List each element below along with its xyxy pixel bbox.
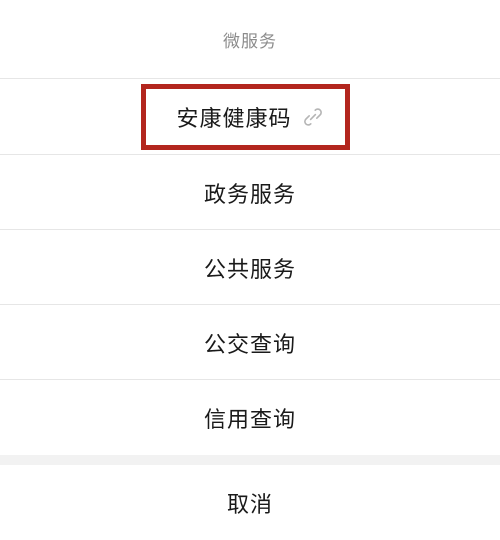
cancel-separator-band bbox=[0, 455, 500, 465]
menu-item-public-services[interactable]: 公共服务 bbox=[0, 230, 500, 305]
sheet-title: 微服务 bbox=[223, 31, 277, 52]
menu-item-label: 信用查询 bbox=[203, 407, 296, 433]
highlight-annotation-box bbox=[141, 84, 350, 150]
menu-item-government-services[interactable]: 政务服务 bbox=[0, 155, 500, 230]
menu-item-credit-inquiry[interactable]: 信用查询 bbox=[0, 380, 500, 455]
action-sheet: 微服务 安康健康码 政务服务 公共服务 公交查询 信用查询 取消 bbox=[0, 0, 500, 540]
menu-item-label: 公交查询 bbox=[203, 332, 296, 358]
menu-item-label: 政务服务 bbox=[203, 182, 296, 208]
cancel-button[interactable]: 取消 bbox=[0, 465, 500, 540]
cancel-label: 取消 bbox=[226, 492, 273, 518]
menu-item-label: 公共服务 bbox=[203, 257, 296, 283]
menu-item-bus-inquiry[interactable]: 公交查询 bbox=[0, 305, 500, 380]
